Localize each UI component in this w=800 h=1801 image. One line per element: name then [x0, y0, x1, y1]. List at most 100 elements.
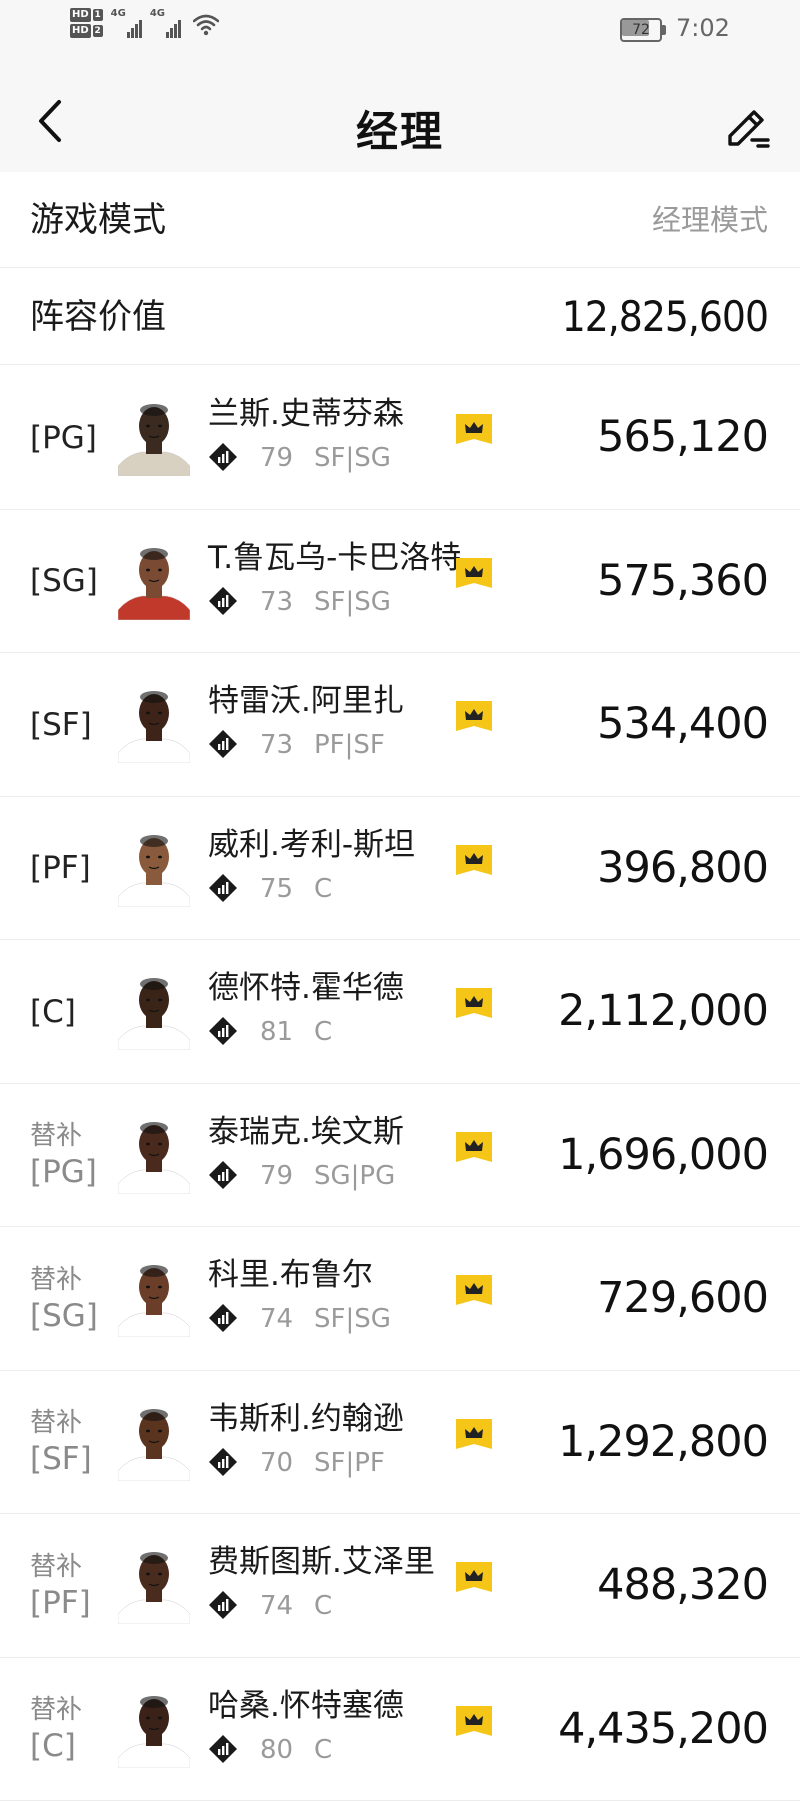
position-code: [SF]	[30, 706, 92, 744]
rating-diamond-icon	[208, 729, 238, 759]
player-row[interactable]: [C] 德怀特.霍华德 81 C 2,112,000	[0, 940, 800, 1084]
player-name: 威利.考利-斯坦	[208, 819, 415, 864]
player-row[interactable]: [SF] 特雷沃.阿里扎 73 PF|SF 534,400	[0, 653, 800, 797]
crown-badge-icon[interactable]	[454, 699, 494, 733]
player-row[interactable]: 替补 [SF] 韦斯利.约翰逊 70 SF|PF 1,292,800	[0, 1371, 800, 1515]
player-avatar	[118, 396, 190, 476]
player-rating: 79	[260, 442, 293, 474]
player-name: 哈桑.怀特塞德	[208, 1680, 404, 1725]
player-row[interactable]: 替补 [PF] 费斯图斯.艾泽里 74 C 488,320	[0, 1514, 800, 1658]
battery-icon: 72	[620, 18, 666, 42]
signal-strength-icon: 4G	[111, 8, 142, 38]
position-label: [C]	[30, 940, 76, 1083]
position-label: 替补 [PF]	[30, 1514, 91, 1657]
sim2-indicator: HD 2	[70, 24, 103, 38]
player-name: 兰斯.史蒂芬森	[208, 388, 404, 433]
player-avatar	[118, 1401, 190, 1481]
position-code: [C]	[30, 1727, 82, 1765]
player-positions: C	[314, 1016, 332, 1048]
player-row[interactable]: 替补 [SG] 科里.布鲁尔 74 SF|SG 729,600	[0, 1227, 800, 1371]
position-code: [C]	[30, 993, 76, 1031]
crown-badge-icon[interactable]	[454, 1417, 494, 1451]
clock: 7:02	[676, 14, 730, 42]
player-price: 4,435,200	[558, 1658, 768, 1801]
substitute-label: 替补	[30, 1550, 91, 1584]
substitute-label: 替补	[30, 1406, 92, 1440]
title-bar: 经理	[0, 60, 800, 172]
player-avatar	[118, 1114, 190, 1194]
player-positions: SG|PG	[314, 1160, 395, 1192]
player-avatar	[118, 827, 190, 907]
rating-diamond-icon	[208, 1590, 238, 1620]
player-avatar	[118, 1257, 190, 1337]
player-row[interactable]: 替补 [C] 哈桑.怀特塞德 80 C 4,435,200	[0, 1658, 800, 1801]
sim-number: 1	[93, 9, 103, 21]
game-mode-label: 游戏模式	[30, 172, 166, 268]
player-name: 特雷沃.阿里扎	[208, 675, 404, 720]
hd-icon: HD	[70, 24, 91, 38]
game-mode-row[interactable]: 游戏模式 经理模式	[0, 172, 800, 268]
wifi-icon	[193, 14, 219, 36]
player-name: 费斯图斯.艾泽里	[208, 1536, 435, 1581]
player-price: 565,120	[597, 366, 768, 509]
crown-badge-icon[interactable]	[454, 412, 494, 446]
rating-diamond-icon	[208, 586, 238, 616]
crown-badge-icon[interactable]	[454, 1273, 494, 1307]
position-code: [PF]	[30, 849, 91, 887]
rating-diamond-icon	[208, 1016, 238, 1046]
player-price: 396,800	[597, 797, 768, 940]
player-positions: SF|SG	[314, 586, 391, 618]
player-row[interactable]: [PF] 威利.考利-斯坦 75 C 396,800	[0, 797, 800, 941]
position-label: [SF]	[30, 653, 92, 796]
crown-badge-icon[interactable]	[454, 843, 494, 877]
lineup-value: 12,825,600	[562, 269, 768, 365]
player-positions: PF|SF	[314, 729, 385, 761]
player-name: 科里.布鲁尔	[208, 1249, 373, 1294]
player-positions: C	[314, 1590, 332, 1622]
player-rating: 75	[260, 873, 293, 905]
player-row[interactable]: 替补 [PG] 泰瑞克.埃文斯 79 SG|PG 1,696,000	[0, 1084, 800, 1228]
player-name: 德怀特.霍华德	[208, 962, 404, 1007]
player-avatar	[118, 1688, 190, 1768]
position-label: [PG]	[30, 366, 97, 509]
player-row[interactable]: [PG] 兰斯.史蒂芬森 79 SF|SG 565,120	[0, 366, 800, 510]
player-rating: 79	[260, 1160, 293, 1192]
player-avatar	[118, 540, 190, 620]
player-positions: SF|SG	[314, 1303, 391, 1335]
player-name: 韦斯利.约翰逊	[208, 1393, 404, 1438]
player-name: T.鲁瓦乌-卡巴洛特	[208, 532, 461, 577]
position-code: [SG]	[30, 562, 98, 600]
player-name: 泰瑞克.埃文斯	[208, 1106, 404, 1151]
player-positions: SF|PF	[314, 1447, 385, 1479]
sim-number: 2	[93, 25, 103, 37]
crown-badge-icon[interactable]	[454, 1130, 494, 1164]
player-row[interactable]: [SG] T.鲁瓦乌-卡巴洛特 73 SF|SG 575,360	[0, 510, 800, 654]
crown-badge-icon[interactable]	[454, 1704, 494, 1738]
substitute-label: 替补	[30, 1693, 82, 1727]
crown-badge-icon[interactable]	[454, 556, 494, 590]
player-price: 1,696,000	[558, 1084, 768, 1227]
player-price: 1,292,800	[558, 1371, 768, 1514]
position-code: [PG]	[30, 1153, 97, 1191]
player-list: [PG] 兰斯.史蒂芬森 79 SF|SG 565,120 [SG]	[0, 366, 800, 1801]
substitute-label: 替补	[30, 1263, 98, 1297]
crown-badge-icon[interactable]	[454, 986, 494, 1020]
lineup-value-label: 阵容价值	[30, 269, 166, 365]
battery-level: 72	[620, 18, 662, 42]
pencil-edit-icon[interactable]	[722, 104, 774, 156]
player-price: 575,360	[597, 510, 768, 653]
player-avatar	[118, 683, 190, 763]
player-rating: 74	[260, 1303, 293, 1335]
rating-diamond-icon	[208, 1734, 238, 1764]
hd-icon: HD	[70, 8, 91, 22]
player-rating: 73	[260, 729, 293, 761]
player-rating: 73	[260, 586, 293, 618]
player-rating: 81	[260, 1016, 293, 1048]
position-code: [SG]	[30, 1297, 98, 1335]
player-positions: C	[314, 1734, 332, 1766]
player-price: 729,600	[597, 1227, 768, 1370]
signal-strength-icon: 4G	[150, 8, 181, 38]
crown-badge-icon[interactable]	[454, 1560, 494, 1594]
player-rating: 74	[260, 1590, 293, 1622]
signal-group: HD 1 HD 2 4G 4G	[70, 8, 219, 38]
